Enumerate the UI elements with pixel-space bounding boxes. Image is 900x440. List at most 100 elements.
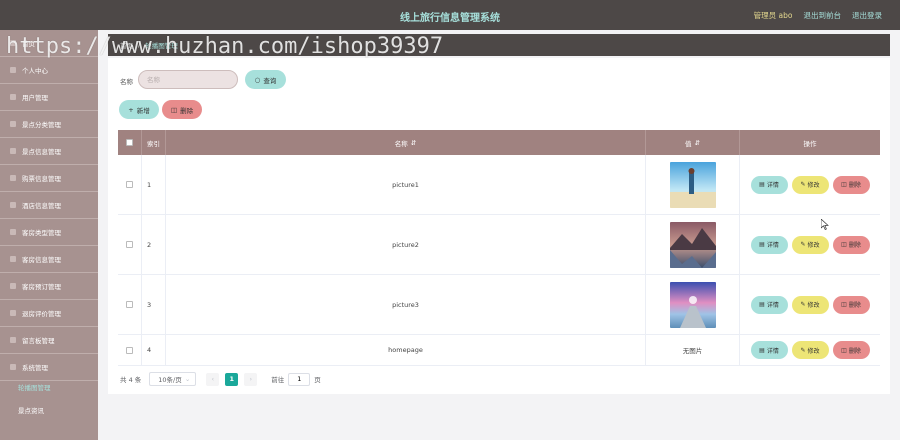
detail-label: 详情 <box>766 182 779 189</box>
detail-label: 详情 <box>766 302 779 309</box>
goto-page-input[interactable] <box>288 372 311 386</box>
query-button-label: 查询 <box>263 76 277 85</box>
sidebar-item-scenic-category[interactable]: 景点分类管理 <box>0 111 98 138</box>
row-checkbox[interactable] <box>126 346 133 354</box>
row-actions: ▤ 详情 ✎ 修改 ◫ 删除 <box>740 275 880 334</box>
top-bar: 线上旅行信息管理系统 管理员 abo 退出到前台 退出登录 <box>0 0 900 30</box>
pier-sunset-image[interactable] <box>669 281 716 328</box>
select-all-checkbox[interactable] <box>126 139 133 146</box>
remove-button[interactable]: ◫ 删除 <box>832 235 870 254</box>
edit-button[interactable]: ✎ 修改 <box>791 235 829 254</box>
remove-button[interactable]: ◫ 删除 <box>832 295 870 314</box>
sidebar-subitem-carousel[interactable]: 轮播图管理 <box>0 376 98 398</box>
breadcrumb-home[interactable]: 首页 <box>120 40 133 50</box>
sidebar-subitem-scenic-news[interactable]: 景点资讯 <box>0 399 98 421</box>
select-all-cell <box>118 130 142 155</box>
sidebar-item-scenic-info[interactable]: 景点信息管理 <box>0 138 98 165</box>
logout-link[interactable]: 退出登录 <box>852 10 882 21</box>
edit-button[interactable]: ✎ 修改 <box>791 175 829 194</box>
sidebar-item-hotels[interactable]: 酒店信息管理 <box>0 192 98 219</box>
table-row: 2 picture2 ▤ 详情 ✎ 修改 ◫ 删除 <box>118 215 880 275</box>
user-icon <box>10 67 16 73</box>
row-name: homepage <box>166 335 646 365</box>
edit-button[interactable]: ✎ 修改 <box>791 295 829 314</box>
sidebar-item-label: 景点信息管理 <box>22 148 61 156</box>
next-page-button[interactable]: › <box>244 372 258 386</box>
sidebar-item-profile[interactable]: 个人中心 <box>0 57 98 84</box>
sidebar-item-home[interactable]: 首页 <box>0 30 98 57</box>
remove-label: 删除 <box>848 302 861 309</box>
detail-button[interactable]: ▤ 详情 <box>750 175 788 194</box>
row-name: picture3 <box>166 275 646 334</box>
row-checkbox[interactable] <box>126 241 133 248</box>
main-panel: 名称 ○ 查询 + 新增 ◫ 删除 索引 名称⇵ 值⇵ 操作 1 picture… <box>108 58 890 394</box>
sidebar-item-tickets[interactable]: 购票信息管理 <box>0 165 98 192</box>
row-index: 1 <box>142 155 166 214</box>
chevron-left-icon: ‹ <box>211 375 215 383</box>
header-name-label: 名称 <box>394 139 408 148</box>
chevron-right-icon: › <box>249 375 253 383</box>
delete-button[interactable]: ◫ 删除 <box>162 100 202 119</box>
header-name[interactable]: 名称 ⇵ <box>166 130 646 155</box>
row-checkbox[interactable] <box>126 181 133 188</box>
row-index: 4 <box>142 335 166 365</box>
sidebar-item-users[interactable]: 用户管理 <box>0 84 98 111</box>
beach-image[interactable] <box>669 161 716 208</box>
query-button[interactable]: ○ 查询 <box>245 70 286 89</box>
admin-label: 管理员 abo <box>753 11 793 20</box>
row-index: 3 <box>142 275 166 334</box>
sidebar-item-label: 系统管理 <box>22 364 48 372</box>
message-icon <box>10 337 16 343</box>
pencil-icon: ✎ <box>800 181 806 188</box>
mountain-lake-image[interactable] <box>669 221 716 268</box>
remove-label: 删除 <box>848 242 861 249</box>
row-actions: ▤ 详情 ✎ 修改 ◫ 删除 <box>740 335 880 365</box>
detail-button[interactable]: ▤ 详情 <box>750 341 788 359</box>
sidebar-item-bookings[interactable]: 客房预订管理 <box>0 273 98 300</box>
row-checkbox[interactable] <box>126 301 133 308</box>
page-size-value: 10条/页 <box>158 376 182 384</box>
remove-label: 删除 <box>848 182 861 189</box>
page-number[interactable]: 1 <box>225 372 239 386</box>
home-icon <box>10 40 16 46</box>
trash-icon: ◫ <box>841 241 847 248</box>
pagination: 共 4 条 10条/页 ⌄ ‹ 1 › 前往 页 <box>120 372 321 386</box>
search-input[interactable] <box>138 70 238 89</box>
sidebar-item-label: 首页 <box>22 40 35 48</box>
detail-button[interactable]: ▤ 详情 <box>750 295 788 314</box>
sidebar-item-room-types[interactable]: 客房类型管理 <box>0 219 98 246</box>
detail-button[interactable]: ▤ 详情 <box>750 235 788 254</box>
sort-icon: ⇵ <box>694 138 700 147</box>
edit-label: 修改 <box>807 182 820 189</box>
back-to-frontend-link[interactable]: 退出到前台 <box>804 10 842 21</box>
prev-page-button[interactable]: ‹ <box>206 372 220 386</box>
landmark-icon <box>10 148 16 154</box>
search-label: 名称 <box>120 78 133 86</box>
mouse-cursor-icon <box>821 219 829 230</box>
row-image-cell <box>646 215 740 274</box>
edit-button[interactable]: ✎ 修改 <box>791 341 829 359</box>
sidebar-item-label: 客房类型管理 <box>22 229 61 237</box>
header-image[interactable]: 值 ⇵ <box>646 130 740 155</box>
row-name: picture1 <box>166 155 646 214</box>
document-icon: ▤ <box>759 346 765 354</box>
sidebar-item-label: 留言板管理 <box>22 337 55 345</box>
trash-icon: ◫ <box>841 301 847 308</box>
sidebar-item-rooms[interactable]: 客房信息管理 <box>0 246 98 273</box>
remove-button[interactable]: ◫ 删除 <box>832 175 870 194</box>
add-button[interactable]: + 新增 <box>119 100 159 119</box>
sidebar-item-messages[interactable]: 留言板管理 <box>0 327 98 354</box>
booking-icon <box>10 283 16 289</box>
page-size-select[interactable]: 10条/页 ⌄ <box>149 372 197 386</box>
hotel-icon <box>10 202 16 208</box>
detail-label: 详情 <box>766 242 779 249</box>
search-icon: ○ <box>254 75 261 84</box>
edit-label: 修改 <box>807 347 820 355</box>
row-image-cell <box>646 275 740 334</box>
sidebar-item-checkout-reviews[interactable]: 退房评价管理 <box>0 300 98 327</box>
remove-button[interactable]: ◫ 删除 <box>832 341 870 359</box>
trash-icon: ◫ <box>170 105 178 114</box>
table-row: 4 homepage 无图片 ▤ 详情 ✎ 修改 ◫ 删除 <box>118 335 880 366</box>
trash-icon: ◫ <box>841 181 847 188</box>
top-right-links: 管理员 abo 退出到前台 退出登录 <box>754 10 882 21</box>
